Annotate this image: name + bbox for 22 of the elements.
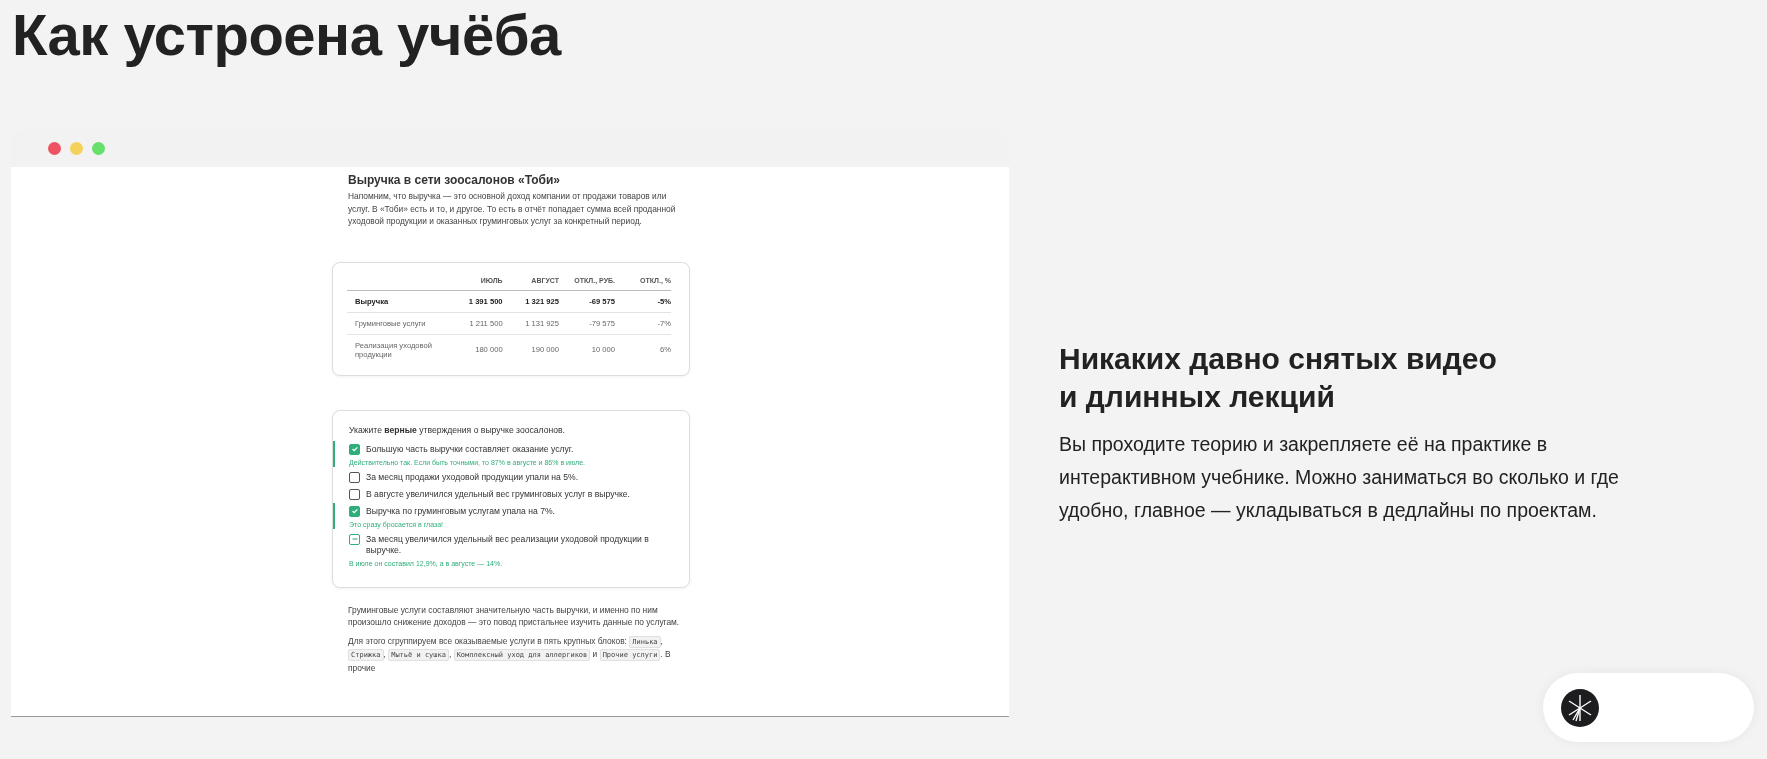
checkmark-icon [350, 445, 359, 453]
close-dot-icon [48, 142, 61, 155]
lesson-paragraph: Груминговые услуги составляют значительную часть выручки, и именно по ним произошло снижение доходов — это повод пристальнее изучить данные по услугам. [348, 603, 681, 629]
page-title: Как устроена учёба [11, 1, 563, 69]
checkbox[interactable] [349, 471, 360, 483]
quiz-question: Укажите верные утверждения о выручке зоосалонов. [349, 424, 566, 435]
option-label: В августе увеличился удельный вес груминговых услуг в выручке. [366, 488, 630, 500]
lesson-heading: Выручка в сети зоосалонов «Тоби» [348, 173, 561, 187]
option-label: За месяц увеличился удельный вес реализации уходовой продукции в выручке. [366, 533, 650, 556]
maximize-dot-icon [92, 142, 105, 155]
lesson-paragraph: Напомним, что выручка — это основной доход компании от продажи товаров или услуг. В «Тоби» есть и то, и другое. То есть в отчёт попадает сумма всей проданной уходовой продукции и оказанных груминговых услуг за конкретный период. [348, 190, 677, 228]
starburst-logo-icon [1560, 687, 1600, 728]
checkmark-icon [350, 507, 359, 515]
checkbox[interactable] [349, 488, 360, 500]
checkbox[interactable] [349, 443, 360, 455]
feature-heading: Никаких давно снятых видео и длинных лекций [1059, 341, 1498, 415]
option-label: Выручка по груминговым услугам упала на 7%. [366, 505, 555, 517]
feature-text: Вы проходите теорию и закрепляете её на практике в интерактивном учебнике. Можно заниматься во сколько и где удобно, главное — укладываться в дедлайны по проектам. [1059, 432, 1620, 523]
option-label: За месяц продажи уходовой продукции упали на 5%. [366, 471, 579, 483]
option-label: Большую часть выручки составляет оказание услуг. [366, 443, 574, 455]
checkbox[interactable] [349, 505, 360, 517]
minimize-dot-icon [70, 142, 83, 155]
